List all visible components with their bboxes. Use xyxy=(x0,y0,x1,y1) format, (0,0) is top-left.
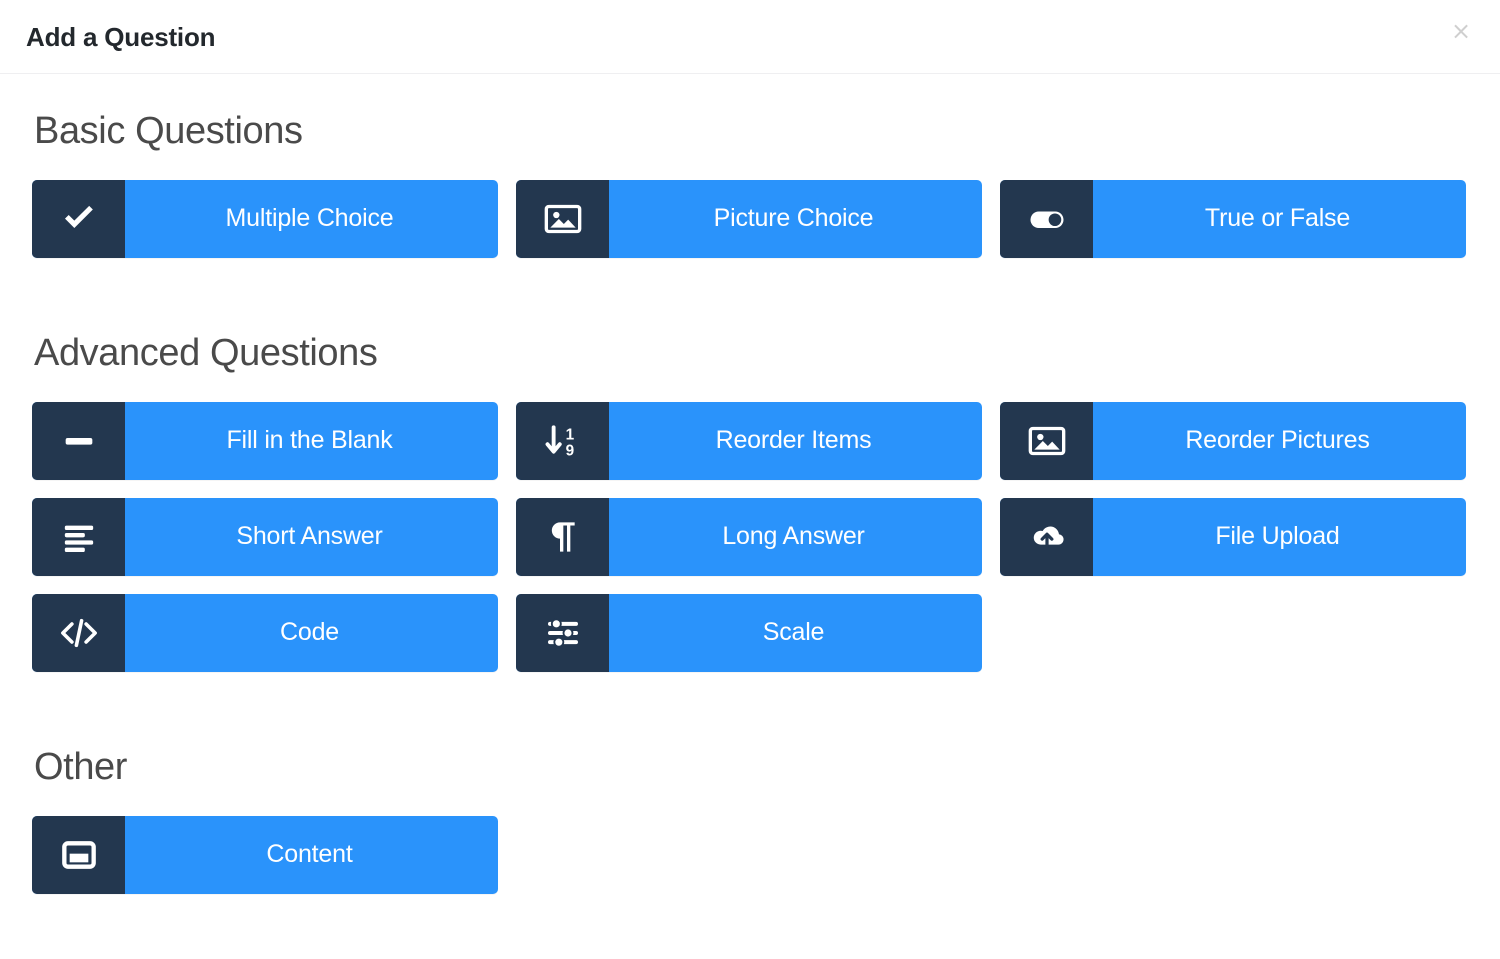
tile-grid-advanced: Fill in the Blank 1 9 Reorder Items Reor… xyxy=(32,401,1468,672)
image-icon xyxy=(1000,401,1093,480)
section-title-basic: Basic Questions xyxy=(34,110,303,152)
question-type-label: Short Answer xyxy=(236,522,383,551)
tile-grid-basic: Multiple Choice Picture Choice True or F… xyxy=(32,179,1468,258)
question-type-label: Long Answer xyxy=(722,522,865,551)
question-type-long-answer[interactable]: Long Answer xyxy=(516,497,982,576)
question-type-true-or-false[interactable]: True or False xyxy=(1000,179,1466,258)
check-icon xyxy=(32,179,125,258)
question-type-code[interactable]: Code xyxy=(32,593,498,672)
cloud-upload-icon xyxy=(1000,497,1093,576)
question-type-picture-choice[interactable]: Picture Choice xyxy=(516,179,982,258)
question-type-label: Multiple Choice xyxy=(225,204,394,233)
question-type-file-upload[interactable]: File Upload xyxy=(1000,497,1466,576)
question-type-scale[interactable]: Scale xyxy=(516,593,982,672)
section-title-advanced: Advanced Questions xyxy=(34,331,378,374)
pilcrow-icon xyxy=(516,497,609,576)
question-type-fill-in-the-blank[interactable]: Fill in the Blank xyxy=(32,401,498,480)
question-type-label: Reorder Pictures xyxy=(1185,426,1370,455)
section-title-other: Other xyxy=(34,745,128,788)
section-advanced-questions: Advanced Questions Fill in the Blank 1 9 xyxy=(32,258,1468,672)
question-type-label: File Upload xyxy=(1215,522,1340,551)
question-type-label: Code xyxy=(280,618,339,647)
question-type-reorder-pictures[interactable]: Reorder Pictures xyxy=(1000,401,1466,480)
question-type-label: True or False xyxy=(1204,204,1351,233)
question-type-short-answer[interactable]: Short Answer xyxy=(32,497,498,576)
window-icon xyxy=(32,815,125,894)
question-type-reorder-items[interactable]: 1 9 Reorder Items xyxy=(516,401,982,480)
sort-numeric-down-icon: 1 9 xyxy=(516,401,609,480)
question-type-multiple-choice[interactable]: Multiple Choice xyxy=(32,179,498,258)
minus-bar-icon xyxy=(32,401,125,480)
toggle-switch-icon xyxy=(1000,179,1093,258)
question-type-label: Fill in the Blank xyxy=(226,426,393,455)
question-type-content[interactable]: Content xyxy=(32,815,498,894)
question-type-label: Scale xyxy=(762,618,825,647)
modal-body: Basic Questions Multiple Choice Picture … xyxy=(0,74,1500,894)
svg-text:9: 9 xyxy=(565,442,574,459)
question-type-label: Reorder Items xyxy=(715,426,872,455)
sliders-icon xyxy=(516,593,609,672)
question-type-label: Content xyxy=(266,840,353,869)
section-basic-questions: Basic Questions Multiple Choice Picture … xyxy=(32,74,1468,258)
image-icon xyxy=(516,179,609,258)
close-icon[interactable]: × xyxy=(1448,18,1474,44)
modal-header: Add a Question × xyxy=(0,0,1500,74)
page-title: Add a Question xyxy=(26,22,216,52)
svg-text:1: 1 xyxy=(565,426,574,443)
code-icon xyxy=(32,593,125,672)
section-other: Other Content xyxy=(32,672,1468,894)
align-left-icon xyxy=(32,497,125,576)
question-type-label: Picture Choice xyxy=(713,204,874,233)
tile-grid-other: Content xyxy=(32,815,1468,894)
